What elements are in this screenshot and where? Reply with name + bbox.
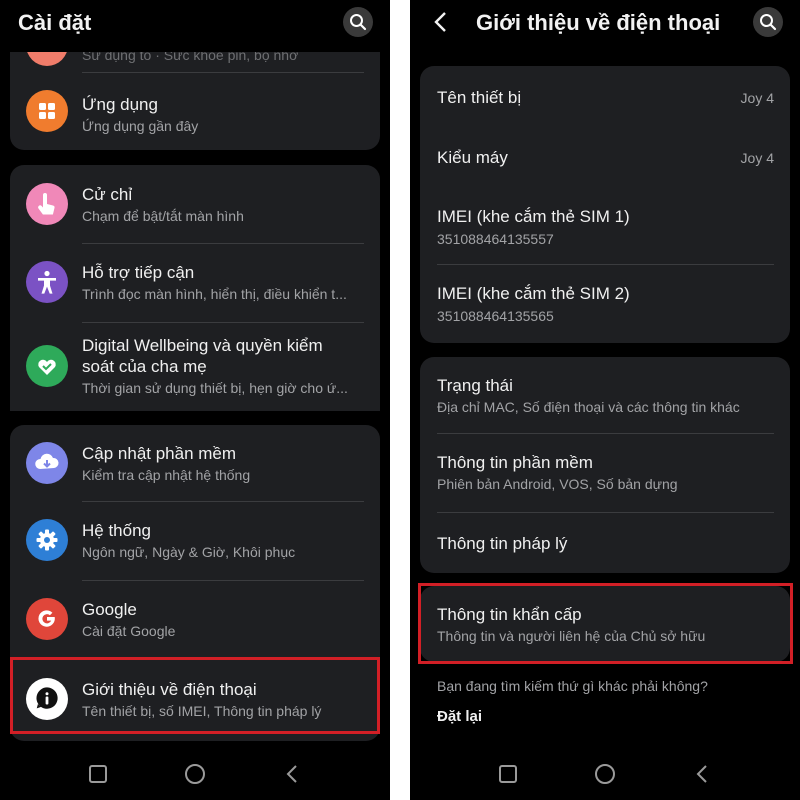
settings-item-title-line2: soát của cha mẹ [82,357,207,376]
settings-item-subtitle: Trình đọc màn hình, hiển thị, điều khiển… [82,286,347,302]
software-info-subtitle: Phiên bản Android, VOS, Số bản dựng [437,476,678,492]
device-name-value: Joy 4 [740,90,774,106]
apps-icon [26,90,68,132]
settings-item-subtitle: Ứng dụng gần đây [82,118,199,134]
about-phone-screen: Giới thiệu về điện thoại Tên thiết bị Jo… [410,0,800,800]
status-subtitle: Địa chỉ MAC, Số điện thoại và các thông … [437,399,740,415]
gesture-hand-icon [26,183,68,225]
partial-item-subtitle: Sử dụng tổ · Sức khỏe pin, bộ nhớ [82,52,299,63]
search-button[interactable] [343,7,373,37]
settings-header: Cài đặt [0,0,390,46]
about-header: Giới thiệu về điện thoại [410,0,800,46]
google-g-icon [26,598,68,640]
settings-item-title: Hệ thống [82,521,151,540]
recent-apps-button[interactable] [85,761,111,787]
wellbeing-heart-icon [26,345,68,387]
software-info-title: Thông tin phần mềm [437,453,593,472]
settings-item-apps[interactable]: Ứng dụng Ứng dụng gần đây [10,74,380,150]
recent-apps-icon [89,765,107,783]
imei-sim1-value: 351088464135557 [437,231,554,247]
nav-bar [410,748,800,800]
recent-apps-button[interactable] [495,761,521,787]
settings-card-apps: Sử dụng tổ · Sức khỏe pin, bộ nhớ Ứng dụ… [10,52,380,150]
settings-item-title: Ứng dụng [82,95,158,114]
suggestion-text: Bạn đang tìm kiếm thứ gì khác phải không… [437,678,708,694]
divider [82,72,364,73]
gear-icon [26,519,68,561]
settings-item-title-line1: Digital Wellbeing và quyền kiểm [82,336,323,355]
back-nav-button[interactable] [690,761,716,787]
settings-item-title: Google [82,600,137,619]
nav-bar [0,748,390,800]
imei-sim2-title: IMEI (khe cắm thẻ SIM 2) [437,284,630,303]
reset-link[interactable]: Đặt lại [437,708,482,725]
chevron-left-icon [434,12,446,32]
model-row[interactable]: Kiểu máy Joy 4 [420,128,790,188]
recent-apps-icon [499,765,517,783]
status-row[interactable]: Trạng thái Địa chỉ MAC, Số điện thoại và… [420,357,790,433]
model-value: Joy 4 [740,150,774,166]
settings-item-accessibility[interactable]: Hỗ trợ tiếp cận Trình đọc màn hình, hiển… [10,244,380,322]
imei-sim1-title: IMEI (khe cắm thẻ SIM 1) [437,207,630,226]
back-triangle-icon [286,765,297,783]
home-icon [185,764,205,784]
back-button[interactable] [428,8,454,36]
settings-card-accessibility: Cử chỉ Chạm để bật/tắt màn hình Hỗ trợ t… [10,165,380,411]
device-name-row[interactable]: Tên thiết bị Joy 4 [420,66,790,128]
settings-item-system[interactable]: Hệ thống Ngôn ngữ, Ngày & Giờ, Khôi phục [10,502,380,580]
back-nav-button[interactable] [280,761,306,787]
page-title: Giới thiệu về điện thoại [476,10,721,35]
legal-info-row[interactable]: Thông tin pháp lý [420,513,790,573]
home-icon [595,764,615,784]
status-title: Trạng thái [437,376,513,395]
home-button[interactable] [182,761,208,787]
settings-item-title: Cử chỉ [82,185,133,204]
device-name-title: Tên thiết bị [437,88,522,107]
phone-info-card: Trạng thái Địa chỉ MAC, Số điện thoại và… [420,357,790,573]
settings-item-subtitle: Thời gian sử dụng thiết bị, hẹn giờ cho … [82,380,348,396]
settings-item-gestures[interactable]: Cử chỉ Chạm để bật/tắt màn hình [10,165,380,243]
cloud-download-icon [26,442,68,484]
search-icon [350,14,367,31]
imei-sim1-row[interactable]: IMEI (khe cắm thẻ SIM 1) 351088464135557 [420,188,790,264]
model-title: Kiểu máy [437,148,508,167]
legal-info-title: Thông tin pháp lý [437,534,568,553]
settings-item-subtitle: Chạm để bật/tắt màn hình [82,208,244,224]
highlight-box-about-phone [10,657,380,734]
settings-item-subtitle: Ngôn ngữ, Ngày & Giờ, Khôi phục [82,544,296,560]
home-button[interactable] [592,761,618,787]
settings-item-title: Hỗ trợ tiếp cận [82,263,195,282]
device-info-card: Tên thiết bị Joy 4 Kiểu máy Joy 4 IMEI (… [420,66,790,343]
settings-item-title: Cập nhật phần mềm [82,444,237,463]
software-info-row[interactable]: Thông tin phần mềm Phiên bản Android, VO… [420,434,790,512]
settings-screen: Cài đặt Sử dụng tổ · Sức khỏe pin, bộ nh… [0,0,390,800]
search-button[interactable] [753,7,783,37]
settings-item-software-update[interactable]: Cập nhật phần mềm Kiểm tra cập nhật hệ t… [10,425,380,501]
highlight-box-emergency [418,583,793,664]
search-icon [760,14,777,31]
settings-item-digital-wellbeing[interactable]: Digital Wellbeing và quyền kiểm soát của… [10,323,380,411]
imei-sim2-row[interactable]: IMEI (khe cắm thẻ SIM 2) 351088464135565 [420,265,790,343]
page-title: Cài đặt [18,10,92,35]
settings-item-subtitle: Kiểm tra cập nhật hệ thống [82,467,251,483]
partial-item-icon [26,52,68,66]
back-triangle-icon [696,765,707,783]
settings-item-google[interactable]: Google Cài đặt Google [10,581,380,659]
accessibility-icon [26,261,68,303]
settings-item-subtitle: Cài đặt Google [82,623,176,639]
imei-sim2-value: 351088464135565 [437,308,554,324]
